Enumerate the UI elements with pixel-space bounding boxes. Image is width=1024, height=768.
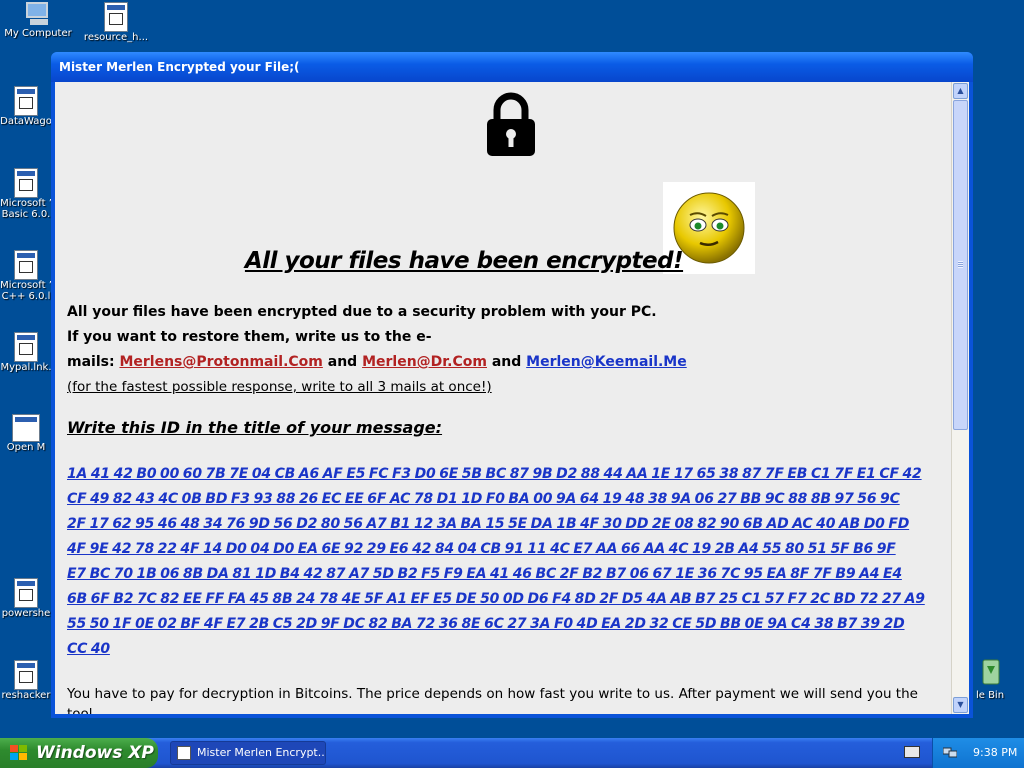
email-link-dr-com[interactable]: Merlen@Dr.Com (362, 354, 487, 370)
id-line: 2F 17 62 95 46 48 34 76 9D 56 D2 80 56 A… (67, 516, 910, 532)
window-client: All your files have been encrypted! All … (55, 82, 969, 714)
desktop-icon-resource-hacker[interactable]: resource_h... (78, 2, 154, 43)
ransom-window: Mister Merlen Encrypted your File;(All … (51, 52, 973, 718)
email-link-protonmail[interactable]: Merlens@Protonmail.Com (119, 354, 322, 370)
message-content: All your files have been encrypted! All … (55, 82, 951, 714)
scroll-up-button[interactable]: ▲ (953, 83, 968, 99)
emails-prefix: mails: (67, 354, 120, 370)
app-file-icon (14, 168, 38, 198)
desktop-icon-label: Open M (6, 442, 46, 453)
id-line: 6B 6F B2 7C 82 EE FF FA 45 8B 24 78 4E 5… (67, 591, 925, 607)
computer-icon (24, 2, 52, 28)
payment-text: You have to pay for decryption in Bitcoi… (67, 686, 918, 714)
desktop-icon-label: Microsoft ’ (0, 280, 52, 291)
app-file-icon (104, 2, 128, 32)
desktop-icon-label: Microsoft ’ (0, 198, 52, 209)
taskbar-window-label: Mister Merlen Encrypt... (197, 746, 326, 759)
instruction-line: If you want to restore them, write us to… (67, 329, 432, 345)
email-link-keemail[interactable]: Merlen@Keemail.Me (526, 354, 687, 370)
desktop-icon-label: reshacker (1, 690, 51, 701)
desktop-icon-label: C++ 6.0.l (1, 291, 51, 302)
start-button[interactable]: Windows XP (0, 738, 158, 768)
id-line: CF 49 82 43 4C 0B BD F3 93 88 26 EC EE 6… (67, 491, 900, 507)
and-text: and (322, 354, 363, 370)
desktop-icon-reshacker[interactable]: reshacker (0, 660, 52, 701)
desktop-icon-label: powershe (1, 608, 51, 619)
desktop-icon-vc6[interactable]: Microsoft ’ C++ 6.0.l (0, 250, 52, 302)
and-text: and (486, 354, 527, 370)
vertical-scrollbar[interactable]: ▲ ▼ (951, 82, 969, 714)
id-line: 4F 9E 42 78 22 4F 14 D0 04 D0 EA 6E 92 2… (67, 541, 896, 557)
headline: All your files have been encrypted! (244, 248, 684, 274)
app-file-icon (14, 660, 38, 690)
desktop-icon-datawago[interactable]: DataWago (0, 86, 52, 127)
app-file-icon (14, 332, 38, 362)
windows-flag-icon (10, 745, 27, 760)
app-window-icon (177, 746, 191, 760)
clock[interactable]: 9:38 PM (973, 738, 1017, 768)
system-tray: 9:38 PM (932, 738, 1024, 768)
id-line: E7 BC 70 1B 06 8B DA 81 1D B4 42 87 A7 5… (67, 566, 902, 582)
window-icon (12, 414, 40, 442)
app-file-icon (14, 250, 38, 280)
victim-id: 1A 41 42 B0 00 60 7B 7E 04 CB A6 AF E5 F… (67, 462, 947, 662)
recycle-bin-icon (975, 656, 1005, 688)
desktop-icon-open[interactable]: Open M (0, 414, 52, 453)
desktop-icon-label: My Computer (4, 28, 72, 39)
desktop-icon-powershell[interactable]: powershe (0, 578, 52, 619)
id-line: 1A 41 42 B0 00 60 7B 7E 04 CB A6 AF E5 F… (67, 466, 922, 482)
taskbar-window-button[interactable]: Mister Merlen Encrypt... (170, 741, 326, 765)
email-line: mails: Merlens@Protonmail.Com and Merlen… (67, 350, 937, 375)
id-line: 55 50 1F 0E 02 BF 4F E7 2B C5 2D 9F DC 8… (67, 616, 905, 632)
network-icon[interactable] (943, 746, 957, 758)
desktop-icon-my-computer[interactable]: My Computer (0, 2, 76, 39)
taskbar: Windows XP Mister Merlen Encrypt... 9:38… (0, 738, 1024, 768)
scroll-thumb[interactable] (953, 100, 968, 430)
padlock-icon (485, 92, 537, 162)
desktop-icon-label: DataWago (0, 116, 52, 127)
id-line: CC 40 (67, 641, 110, 657)
desktop-icon-mypal[interactable]: Mypal.lnk. (0, 332, 52, 373)
window-title[interactable]: Mister Merlen Encrypted your File;( (51, 52, 973, 82)
keyboard-icon[interactable] (904, 746, 920, 758)
app-file-icon (14, 578, 38, 608)
instructions: All your files have been encrypted due t… (67, 300, 937, 400)
app-file-icon (14, 86, 38, 116)
response-note: (for the fastest possible response, writ… (67, 379, 492, 395)
instruction-line: All your files have been encrypted due t… (67, 304, 657, 320)
start-label: Windows XP (36, 743, 154, 763)
desktop-icon-vb6[interactable]: Microsoft ’ Basic 6.0. (0, 168, 52, 220)
desktop-icon-label: Mypal.lnk. (0, 362, 52, 373)
scroll-down-button[interactable]: ▼ (953, 697, 968, 713)
desktop-icon-label: resource_h... (83, 32, 149, 43)
id-title: Write this ID in the title of your messa… (67, 418, 443, 437)
desktop-icon-label: Basic 6.0. (1, 209, 51, 220)
